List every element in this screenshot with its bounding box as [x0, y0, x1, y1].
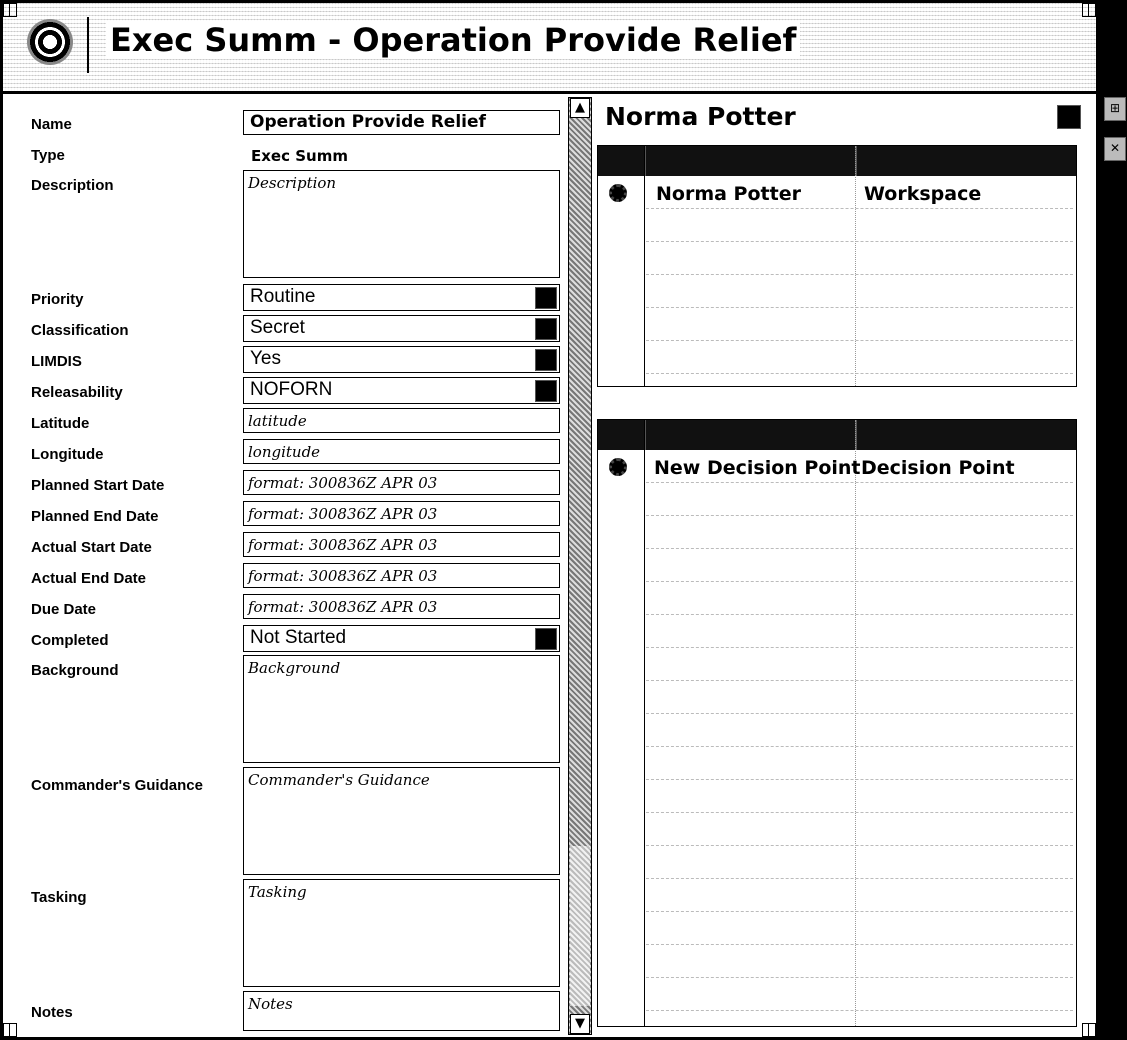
releasability-label: Releasability — [31, 384, 123, 401]
owner-name: Norma Potter — [605, 102, 796, 131]
table-header — [598, 420, 1076, 450]
background-field[interactable]: Background — [243, 655, 560, 763]
decision-point-name-cell[interactable]: New Decision Point — [654, 457, 861, 479]
longitude-field[interactable]: longitude — [243, 439, 560, 464]
background-label: Background — [31, 662, 119, 679]
latitude-label: Latitude — [31, 415, 90, 432]
target-logo-icon — [27, 19, 73, 65]
side-grid-button[interactable]: ⊞ — [1104, 97, 1126, 121]
properties-form: Name Operation Provide Relief Type Exec … — [3, 94, 565, 1037]
relations-panel: Norma Potter Norma Potter Workspace New … — [597, 97, 1093, 1035]
dropdown-icon[interactable] — [1057, 105, 1081, 129]
workspace-owner-cell[interactable]: Norma Potter — [656, 183, 801, 205]
owner-selector[interactable]: Norma Potter — [597, 97, 1085, 137]
tasking-label: Tasking — [31, 889, 87, 906]
planned-end-label: Planned End Date — [31, 508, 159, 525]
resize-handle-bottom-right[interactable] — [1082, 1023, 1096, 1037]
type-label: Type — [31, 147, 65, 164]
priority-label: Priority — [31, 291, 84, 308]
window-title: Exec Summ - Operation Provide Relief — [106, 21, 801, 59]
exec-summ-window: Exec Summ - Operation Provide Relief Nam… — [3, 3, 1096, 1037]
priority-value: Routine — [250, 286, 316, 307]
guidance-label: Commander's Guidance — [31, 777, 203, 794]
dropdown-icon[interactable] — [535, 380, 557, 402]
description-label: Description — [31, 177, 114, 194]
type-value: Exec Summ — [251, 147, 348, 165]
form-scrollbar[interactable]: ▲ ▼ — [568, 97, 592, 1035]
limdis-select[interactable]: Yes — [243, 346, 560, 373]
gear-icon[interactable] — [609, 184, 627, 202]
decision-point-type-cell: Decision Point — [861, 457, 1015, 479]
dropdown-icon[interactable] — [535, 287, 557, 309]
latitude-field[interactable]: latitude — [243, 408, 560, 433]
actual-start-label: Actual Start Date — [31, 539, 152, 556]
completed-value: Not Started — [250, 627, 347, 648]
planned-start-label: Planned Start Date — [31, 477, 165, 494]
longitude-label: Longitude — [31, 446, 104, 463]
planned-end-field[interactable]: format: 300836Z APR 03 — [243, 501, 560, 526]
due-date-label: Due Date — [31, 601, 97, 618]
due-date-field[interactable]: format: 300836Z APR 03 — [243, 594, 560, 619]
completed-select[interactable]: Not Started — [243, 625, 560, 652]
guidance-field[interactable]: Commander's Guidance — [243, 767, 560, 875]
limdis-label: LIMDIS — [31, 353, 82, 370]
notes-label: Notes — [31, 1004, 73, 1021]
gear-icon[interactable] — [609, 458, 627, 476]
classification-select[interactable]: Secret — [243, 315, 560, 342]
description-field[interactable]: Description — [243, 170, 560, 278]
dropdown-icon[interactable] — [535, 318, 557, 340]
resize-handle-top-right[interactable] — [1082, 3, 1096, 17]
classification-value: Secret — [250, 317, 305, 338]
scrollbar-track[interactable] — [570, 846, 590, 1006]
resize-handle-top-left[interactable] — [3, 3, 17, 17]
actual-end-label: Actual End Date — [31, 570, 147, 587]
decision-point-table: New Decision Point Decision Point — [597, 419, 1077, 1027]
planned-start-field[interactable]: format: 300836Z APR 03 — [243, 470, 560, 495]
scroll-up-arrow-icon[interactable]: ▲ — [570, 98, 590, 118]
releasability-value: NOFORN — [250, 379, 333, 400]
notes-field[interactable]: Notes — [243, 991, 560, 1031]
completed-label: Completed — [31, 632, 109, 649]
table-header — [598, 146, 1076, 176]
actual-end-field[interactable]: format: 300836Z APR 03 — [243, 563, 560, 588]
actual-start-field[interactable]: format: 300836Z APR 03 — [243, 532, 560, 557]
workspace-table: Norma Potter Workspace — [597, 145, 1077, 387]
title-bar[interactable]: Exec Summ - Operation Provide Relief — [3, 3, 1096, 94]
limdis-value: Yes — [250, 348, 281, 369]
workspace-type-cell: Workspace — [864, 183, 982, 205]
dropdown-icon[interactable] — [535, 628, 557, 650]
side-tool-button[interactable]: ✕ — [1104, 137, 1126, 161]
priority-select[interactable]: Routine — [243, 284, 560, 311]
releasability-select[interactable]: NOFORN — [243, 377, 560, 404]
name-field[interactable]: Operation Provide Relief — [243, 110, 560, 135]
name-label: Name — [31, 116, 72, 133]
tasking-field[interactable]: Tasking — [243, 879, 560, 987]
classification-label: Classification — [31, 322, 129, 339]
dropdown-icon[interactable] — [535, 349, 557, 371]
resize-handle-bottom-left[interactable] — [3, 1023, 17, 1037]
scroll-down-arrow-icon[interactable]: ▼ — [570, 1014, 590, 1034]
